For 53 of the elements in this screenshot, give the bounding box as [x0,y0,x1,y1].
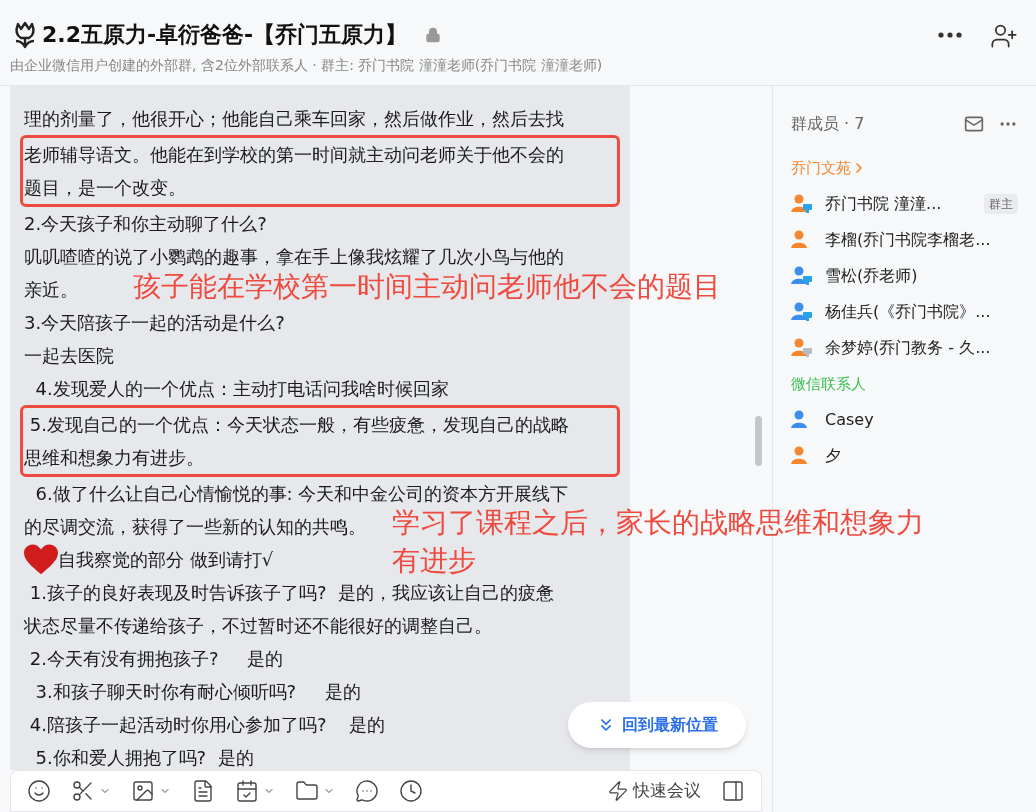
document-icon[interactable] [191,779,215,803]
message-text: 3.和孩子聊天时你有耐心倾听吗? 是的 [34,680,361,704]
owner-tag: 群主 [984,194,1018,214]
message-text: 理的剂量了，他很开心；他能自己乘车回家，然后做作业，然后去找 [24,107,564,131]
add-member-button[interactable] [990,22,1018,50]
message-text: 5.你和爱人拥抱了吗? 是的 [34,746,254,770]
message-text: 自我察觉的部分 做到请打√ [58,548,274,572]
message-text: 4.陪孩子一起活动时你用心参加了吗? 是的 [28,713,386,737]
member-name[interactable]: 杨佳兵(《乔门书院》... [825,300,1018,324]
message-text: 5.发现自己的一个优点：今天状态一般，有些疲惫，发现自己的战略 [28,413,569,437]
smiley-icon[interactable] [27,779,51,803]
message-text: 2.今天有没有拥抱孩子? 是的 [28,647,284,671]
folder-icon[interactable] [295,779,319,803]
member-name[interactable]: 余梦婷(乔门教务 - 久... [825,336,1018,360]
member-name[interactable]: 夕 [825,444,1018,468]
message-text: 题目，是一个改变。 [24,176,186,200]
image-icon[interactable] [131,779,155,803]
message-text: 1.孩子的良好表现及时告诉孩子了吗? 是的，我应该让自己的疲惫 [28,581,554,605]
jump-to-latest-button[interactable]: 回到最新位置 [568,702,746,748]
message-text: 思维和想象力有进步。 [24,446,204,470]
member-group-heading: 微信联系人 [791,373,866,395]
mail-icon[interactable] [964,114,984,134]
member-count: 群成员 · 7 [791,113,866,135]
chat-bubble-icon[interactable] [355,779,379,803]
message-text: 亲近。 [24,278,78,302]
message-text: 2.今天孩子和你主动聊了什么? [24,212,267,236]
quick-meeting-button[interactable]: 快速会议 [607,778,701,804]
member-name[interactable]: 乔门书院 潼潼... [825,192,972,216]
calendar-check-icon[interactable] [235,779,259,803]
member-name[interactable]: 李榴(乔门书院李榴老... [825,228,1018,252]
message-text: 老师辅导语文。他能在到学校的第一时间就主动问老师关于他不会的 [24,143,564,167]
more-icon [938,32,962,38]
group-subtitle: 由企业微信用户创建的外部群, 含2位外部联系人 · 群主: 乔门书院 潼潼老师(乔门书院 潼潼老师) [10,56,604,75]
message-text: 一起去医院 [24,344,114,368]
message-text: 6.做了什么让自己心情愉悦的事: 今天和中金公司的资本方开展线下 [34,482,569,506]
message-text: 叽叽喳喳的说了小鹦鹉的趣事，拿在手上像我炫耀了几次小鸟与他的 [24,245,564,269]
message-text: 3.今天陪孩子一起的活动是什么? [24,311,285,335]
add-person-icon [990,22,1018,50]
message-text: 的尽调交流，获得了一些新的认知的共鸣。 [24,515,366,539]
scrollbar[interactable] [755,416,762,466]
lock-icon [425,26,442,43]
annotation-text: 孩子能在学校第一时间主动问老师他不会的题目 [133,269,721,305]
more-button[interactable] [938,32,962,38]
clock-icon[interactable] [399,779,423,803]
message-text: 4.发现爱人的一个优点：主动打电话问我啥时候回家 [34,377,449,401]
heart-icon [24,543,58,576]
message-text: 状态尽量不传递给孩子，不过暂时还不能很好的调整自己。 [24,614,492,638]
side-panel-icon[interactable] [721,779,745,803]
member-name[interactable]: 雪松(乔老师) [825,264,1018,288]
member-name[interactable]: Casey [825,408,1018,432]
lightning-icon [607,780,629,802]
annotation-text: 学习了课程之后，家长的战略思维和想象力有进步 [392,505,925,579]
group-title: 2.2五原力-卓衍爸爸-【乔门五原力】 [42,21,408,49]
